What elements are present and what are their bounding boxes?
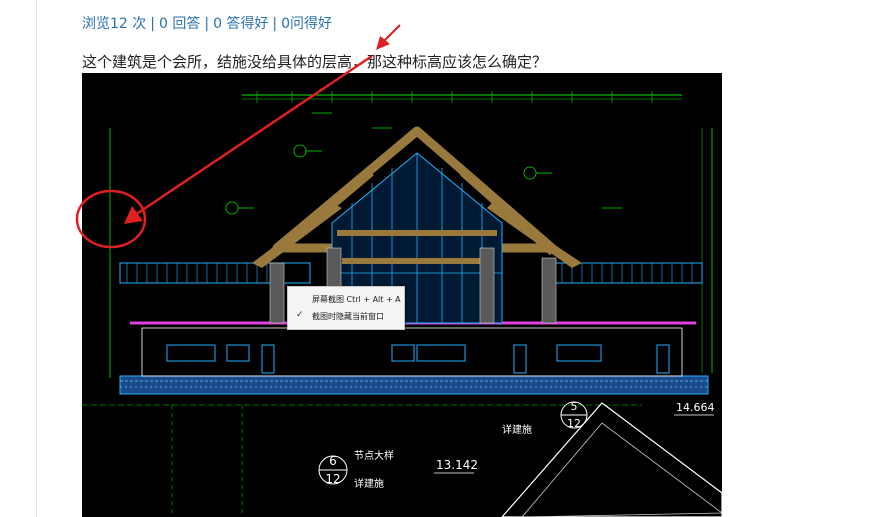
menu-item-screenshot[interactable]: 屏幕截图 Ctrl + Alt + A	[312, 294, 401, 305]
content-left-border	[36, 0, 37, 517]
menu-item-hide-window[interactable]: 截图时隐藏当前窗口	[312, 311, 384, 322]
answers-count-link[interactable]: 0 回答	[159, 16, 200, 32]
check-icon: ✓	[296, 310, 304, 320]
detail-b-number: 6	[329, 454, 337, 468]
roof-detail-outline	[501, 402, 722, 517]
detail-b-label: 详建施	[354, 477, 384, 490]
arrowhead-icon	[376, 36, 390, 50]
detail-a-label: 详建施	[502, 423, 532, 436]
stone-pillar	[541, 257, 557, 324]
stats-separator: |	[204, 16, 210, 32]
question-stats: 浏览12 次 | 0 回答 | 0 答得好 | 0问得好	[82, 13, 332, 33]
lower-windows	[166, 344, 670, 374]
detail-b-title: 节点大样	[354, 449, 394, 462]
good-questions-link[interactable]: 0问得好	[281, 16, 332, 32]
detail-b-sheet: 12	[325, 472, 340, 486]
annotation-arrow-short	[382, 24, 401, 43]
stone-pillar	[479, 247, 495, 324]
dimension-ticks	[256, 91, 653, 103]
screenshot-context-menu: 屏幕截图 Ctrl + Alt + A ✓ 截图时隐藏当前窗口	[287, 286, 405, 330]
detail-a-number: 5	[571, 400, 578, 413]
elevation-14664: 14.664	[676, 401, 715, 414]
foundation-band	[119, 375, 709, 395]
stone-pillar	[269, 262, 285, 324]
views-count-link[interactable]: 浏览12 次	[82, 16, 146, 32]
question-text: 这个建筑是个会所，结施没给具体的层高，那这种标高应该怎么确定？	[82, 53, 548, 71]
stats-separator: |	[150, 16, 155, 32]
detail-a-sheet: 12	[567, 417, 581, 430]
cad-drawing-image[interactable]: 6 12 节点大样 详建施 13.142 5 12 详建施 14.664 屏幕截…	[82, 73, 722, 517]
good-answers-link[interactable]: 0 答得好	[213, 16, 268, 32]
stats-separator: |	[272, 16, 278, 32]
elevation-13142: 13.142	[436, 458, 478, 472]
